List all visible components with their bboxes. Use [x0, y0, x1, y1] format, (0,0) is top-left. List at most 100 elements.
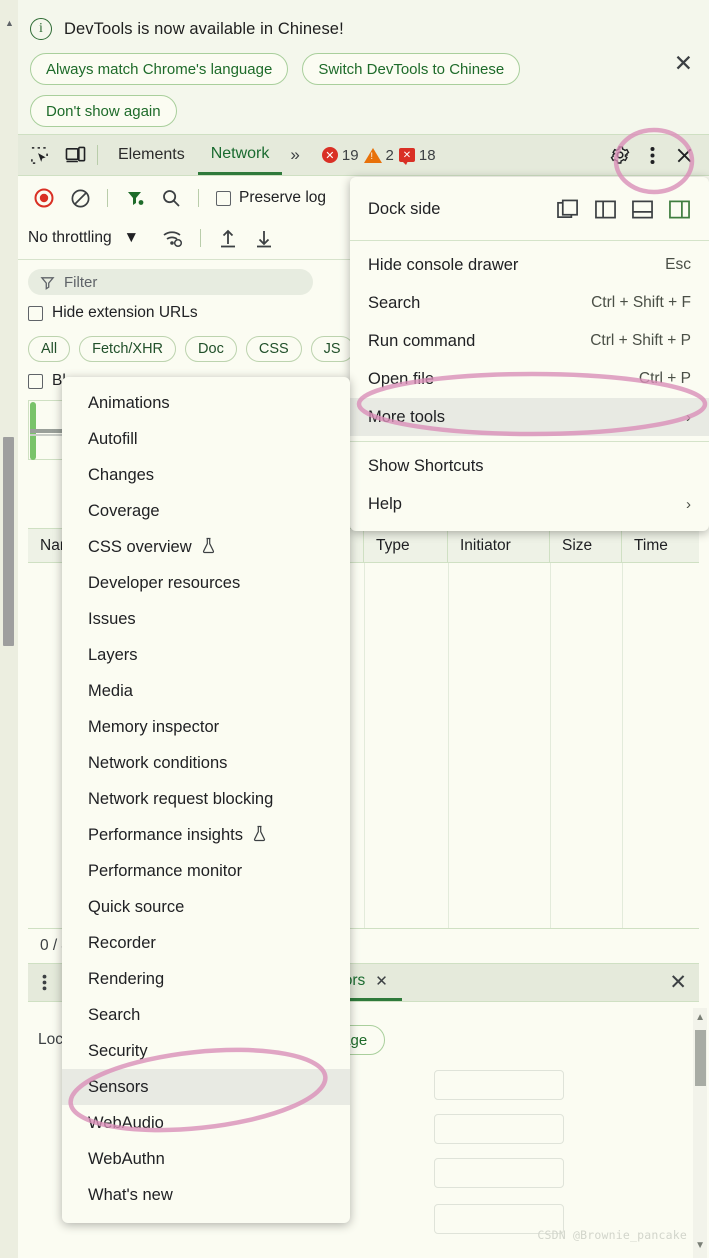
type-filter-doc[interactable]: Doc	[185, 336, 237, 362]
menu-shortcut: Ctrl + Shift + F	[591, 294, 691, 311]
export-har-icon[interactable]	[248, 223, 280, 253]
search-icon[interactable]	[155, 183, 187, 213]
more-tools-item-webauthn[interactable]: WebAuthn	[62, 1141, 350, 1177]
preserve-log-box	[216, 190, 231, 206]
gutter-caret-icon: ▲	[5, 18, 14, 28]
blocked-requests-checkbox[interactable]: Bl	[28, 372, 66, 390]
column-header-time[interactable]: Time	[622, 528, 697, 563]
kebab-menu-icon[interactable]	[637, 140, 667, 170]
more-tools-item-quick-source[interactable]: Quick source	[62, 889, 350, 925]
item-label: Network conditions	[88, 753, 228, 772]
more-tools-item-media[interactable]: Media	[62, 673, 350, 709]
more-tools-item-sensors[interactable]: Sensors	[62, 1069, 350, 1105]
more-tools-item-whats-new[interactable]: What's new	[62, 1177, 350, 1213]
more-tools-item-css-overview[interactable]: CSS overview	[62, 529, 350, 565]
more-tools-item-developer-resources[interactable]: Developer resources	[62, 565, 350, 601]
scroll-down-arrow-icon[interactable]: ▼	[695, 1240, 705, 1251]
infobar-close-icon[interactable]: ✕	[674, 52, 693, 75]
menu-item-search[interactable]: Search Ctrl + Shift + F	[350, 284, 709, 322]
tab-elements[interactable]: Elements	[105, 135, 198, 175]
column-header-initiator[interactable]: Initiator	[448, 528, 550, 563]
dock-to-left-icon[interactable]	[594, 199, 617, 220]
scroll-up-arrow-icon[interactable]: ▲	[695, 1012, 705, 1023]
menu-label: More tools	[368, 407, 446, 426]
column-header-type[interactable]: Type	[364, 528, 448, 563]
record-button-icon[interactable]	[28, 183, 60, 213]
drawer-menu-icon[interactable]	[28, 965, 60, 1001]
more-tools-item-search[interactable]: Search	[62, 997, 350, 1033]
more-tools-item-performance-insights[interactable]: Performance insights	[62, 817, 350, 853]
device-toolbar-icon[interactable]	[60, 141, 90, 169]
drawer-scrollbar-thumb[interactable]	[695, 1030, 706, 1086]
menu-label: Show Shortcuts	[368, 456, 484, 475]
warning-count: 2	[385, 146, 394, 164]
more-tools-item-webaudio[interactable]: WebAudio	[62, 1105, 350, 1141]
search-input[interactable]: Filter	[28, 269, 313, 295]
tab-network[interactable]: Network	[197, 135, 283, 175]
menu-item-help[interactable]: Help ›	[350, 485, 709, 523]
latitude-input[interactable]	[434, 1070, 564, 1100]
menu-shortcut: Esc	[665, 256, 691, 273]
page-scrollbar-thumb[interactable]	[3, 437, 14, 646]
close-devtools-icon[interactable]	[669, 140, 699, 170]
warning-badge[interactable]: 2	[363, 146, 394, 164]
dock-to-bottom-icon[interactable]	[631, 199, 654, 220]
always-match-language-button[interactable]: Always match Chrome's language	[30, 53, 289, 85]
preserve-log-checkbox[interactable]: Preserve log	[216, 189, 326, 207]
error-badge[interactable]: ✕ 19	[321, 147, 359, 164]
more-tabs-icon[interactable]: »	[282, 145, 307, 165]
longitude-input[interactable]	[434, 1114, 564, 1144]
menu-item-more-tools[interactable]: More tools ›	[350, 398, 709, 436]
watermark: CSDN @Brownie_pancake	[537, 1228, 687, 1242]
column-header-size[interactable]: Size	[550, 528, 622, 563]
dock-to-right-icon[interactable]	[668, 199, 691, 220]
hide-extension-label: Hide extension URLs	[52, 304, 198, 321]
gear-icon[interactable]	[605, 140, 635, 170]
menu-item-show-shortcuts[interactable]: Show Shortcuts	[350, 447, 709, 485]
more-tools-item-recorder[interactable]: Recorder	[62, 925, 350, 961]
more-tools-item-coverage[interactable]: Coverage	[62, 493, 350, 529]
dont-show-again-button[interactable]: Don't show again	[30, 95, 177, 127]
message-badge[interactable]: ✕ 18	[398, 146, 436, 165]
close-drawer-icon[interactable]: ✕	[669, 970, 687, 995]
menu-item-open-file[interactable]: Open file Ctrl + P	[350, 360, 709, 398]
more-tools-item-autofill[interactable]: Autofill	[62, 421, 350, 457]
network-conditions-icon[interactable]	[157, 223, 189, 253]
item-label: Developer resources	[88, 573, 241, 592]
type-filter-all[interactable]: All	[28, 336, 71, 362]
more-tools-item-security[interactable]: Security	[62, 1033, 350, 1069]
item-label: Animations	[88, 393, 170, 412]
filter-icon[interactable]	[119, 183, 151, 213]
menu-label: Open file	[368, 369, 435, 388]
column-divider-4	[622, 563, 623, 928]
infobar-buttons: Always match Chrome's language Switch De…	[30, 53, 670, 127]
more-tools-item-memory-inspector[interactable]: Memory inspector	[62, 709, 350, 745]
inspect-element-icon[interactable]	[24, 141, 54, 169]
more-tools-item-performance-monitor[interactable]: Performance monitor	[62, 853, 350, 889]
language-infobar: i DevTools is now available in Chinese! …	[18, 0, 709, 135]
more-tools-item-rendering[interactable]: Rendering	[62, 961, 350, 997]
hide-extension-urls-checkbox[interactable]: Hide extension URLs	[28, 304, 198, 322]
more-tools-item-network-request-blocking[interactable]: Network request blocking	[62, 781, 350, 817]
more-tools-item-issues[interactable]: Issues	[62, 601, 350, 637]
more-tools-item-changes[interactable]: Changes	[62, 457, 350, 493]
menu-item-run-command[interactable]: Run command Ctrl + Shift + P	[350, 322, 709, 360]
clear-network-icon[interactable]	[64, 183, 96, 213]
type-filter-js[interactable]: JS	[310, 336, 354, 362]
import-har-icon[interactable]	[212, 223, 244, 253]
drawer-tab-close-icon[interactable]: ✕	[375, 972, 388, 990]
message-count: 18	[418, 146, 436, 164]
undock-into-separate-window-icon[interactable]	[557, 199, 580, 220]
more-tools-item-layers[interactable]: Layers	[62, 637, 350, 673]
network-toolbar-row-1: Preserve log	[28, 180, 326, 216]
timezone-input[interactable]	[434, 1158, 564, 1188]
throttling-dropdown[interactable]: No throttling ▼	[28, 229, 139, 247]
more-tools-item-animations[interactable]: Animations	[62, 385, 350, 421]
toolbar-divider	[107, 189, 108, 207]
type-filter-fetch-xhr[interactable]: Fetch/XHR	[79, 336, 177, 362]
switch-to-chinese-button[interactable]: Switch DevTools to Chinese	[302, 53, 521, 85]
more-tools-item-network-conditions[interactable]: Network conditions	[62, 745, 350, 781]
type-filter-css[interactable]: CSS	[245, 336, 302, 362]
menu-item-hide-console-drawer[interactable]: Hide console drawer Esc	[350, 246, 709, 284]
item-label: CSS overview	[88, 537, 192, 556]
